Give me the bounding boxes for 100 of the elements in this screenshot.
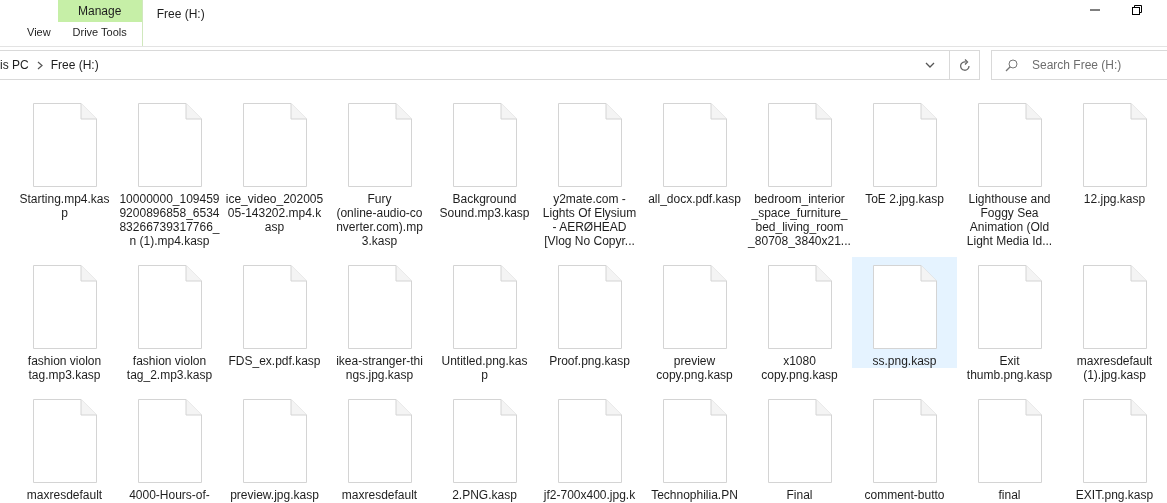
file-item[interactable]: Technophilia.PN — [642, 391, 747, 502]
document-icon — [977, 103, 1042, 187]
file-item[interactable]: Background Sound.mp3.kasp — [432, 95, 537, 220]
document-icon — [347, 103, 412, 187]
file-item[interactable]: FDS_ex.pdf.kasp — [222, 257, 327, 368]
search-icon — [1005, 59, 1018, 72]
file-name: Background Sound.mp3.kasp — [439, 192, 530, 220]
file-name: Lighthouse and Foggy Sea Animation (Old Light Media Id... — [966, 192, 1053, 248]
document-icon — [347, 265, 412, 349]
file-item[interactable]: fashion violon tag_2.mp3.kasp — [117, 257, 222, 382]
file-item[interactable]: ToE 2.jpg.kasp — [852, 95, 957, 206]
breadcrumb[interactable]: is PC — [0, 56, 29, 74]
file-name: maxresdefault — [26, 488, 103, 502]
file-name: ss.png.kasp — [872, 354, 937, 368]
file-item[interactable]: bedroom_interior _space_furniture_ bed_living_room _80708_3840x21... — [747, 95, 852, 248]
file-item[interactable]: 12.jpg.kasp — [1062, 95, 1167, 206]
file-item[interactable]: Lighthouse and Foggy Sea Animation (Old Light Media Id... — [957, 95, 1062, 248]
document-icon — [1082, 103, 1147, 187]
address-bar[interactable]: is PC Free (H:) — [0, 50, 980, 80]
document-icon — [32, 265, 97, 349]
file-item[interactable]: Fury (online-audio-co nverter.com).mp 3.kasp — [327, 95, 432, 248]
file-item[interactable]: 2.PNG.kasp — [432, 391, 537, 502]
file-item[interactable]: all_docx.pdf.kasp — [642, 95, 747, 206]
document-icon — [662, 103, 727, 187]
file-item[interactable]: EXIT.png.kasp — [1062, 391, 1167, 502]
file-item[interactable]: preview.jpg.kasp — [222, 391, 327, 502]
document-icon — [32, 399, 97, 483]
document-icon — [662, 265, 727, 349]
file-name: Proof.png.kasp — [549, 354, 630, 368]
file-item[interactable]: ice_video_202005 05-143202.mp4.k asp — [222, 95, 327, 234]
restore-icon[interactable] — [1131, 4, 1143, 16]
document-icon — [452, 103, 517, 187]
document-icon — [242, 265, 307, 349]
file-name: Starting.mp4.kas p — [19, 192, 110, 220]
refresh-icon[interactable] — [958, 58, 971, 72]
file-name: y2mate.com - Lights Of Elysium - AERØHEAD [Vlog No Copyr... — [542, 192, 637, 248]
document-icon — [872, 103, 937, 187]
file-item[interactable]: fashion violon tag.mp3.kasp — [12, 257, 117, 382]
document-icon — [557, 103, 622, 187]
file-item[interactable]: x1080 copy.png.kasp — [747, 257, 852, 382]
document-icon — [767, 399, 832, 483]
document-icon — [1082, 399, 1147, 483]
file-item[interactable]: 4000-Hours-of- — [117, 391, 222, 502]
file-name: 10000000_109459 9200896858_6534 83266739317766_ n (1).mp4.kasp — [119, 192, 220, 248]
file-item[interactable]: comment-butto — [852, 391, 957, 502]
file-name: maxresdefault — [341, 488, 418, 502]
file-item[interactable]: ikea-stranger-thi ngs.jpg.kasp — [327, 257, 432, 382]
file-item[interactable]: Untitled.png.kas p — [432, 257, 537, 382]
document-icon — [32, 103, 97, 187]
document-icon — [452, 265, 517, 349]
document-icon — [1082, 265, 1147, 349]
ribbon-tab[interactable]: View — [27, 23, 51, 40]
file-name: x1080 copy.png.kasp — [761, 354, 838, 382]
search-field[interactable]: Search Free (H:) — [991, 50, 1167, 80]
file-item[interactable]: jf2-700x400.jpg.k — [537, 391, 642, 502]
file-item[interactable]: Starting.mp4.kas p — [12, 95, 117, 220]
document-icon — [977, 399, 1042, 483]
file-name: 4000-Hours-of- — [129, 488, 210, 502]
document-icon — [137, 103, 202, 187]
file-name: jf2-700x400.jpg.k — [543, 488, 636, 502]
document-icon — [557, 399, 622, 483]
document-icon — [767, 103, 832, 187]
file-item[interactable]: preview copy.png.kasp — [642, 257, 747, 382]
document-icon — [872, 399, 937, 483]
document-icon — [767, 265, 832, 349]
file-item[interactable]: maxresdefault (1).jpg.kasp — [1062, 257, 1167, 382]
file-name: preview copy.png.kasp — [656, 354, 733, 382]
file-name: ToE 2.jpg.kasp — [865, 192, 944, 206]
file-name: Final — [786, 488, 813, 502]
file-name: bedroom_interior _space_furniture_ bed_living_room _80708_3840x21... — [748, 192, 851, 248]
file-item[interactable]: maxresdefault — [12, 391, 117, 502]
chevron-down-icon[interactable] — [925, 62, 935, 68]
document-icon — [452, 399, 517, 483]
document-icon — [347, 399, 412, 483]
file-item[interactable]: y2mate.com - Lights Of Elysium - AERØHEAD [Vlog No Copyr... — [537, 95, 642, 248]
document-icon — [557, 265, 622, 349]
breadcrumb[interactable]: Free (H:) — [50, 56, 99, 74]
file-name: fashion violon tag.mp3.kasp — [27, 354, 102, 382]
document-icon — [137, 399, 202, 483]
document-icon — [242, 103, 307, 187]
document-icon — [977, 265, 1042, 349]
file-item[interactable]: final — [957, 391, 1062, 502]
file-item[interactable]: maxresdefault — [327, 391, 432, 502]
document-icon — [662, 399, 727, 483]
file-name: all_docx.pdf.kasp — [648, 192, 741, 206]
file-item[interactable]: ss.png.kasp — [852, 257, 957, 368]
file-name: preview.jpg.kasp — [230, 488, 319, 502]
document-icon — [137, 265, 202, 349]
file-name: Exit thumb.png.kasp — [966, 354, 1053, 382]
file-item[interactable]: 10000000_109459 9200896858_6534 83266739317766_ n (1).mp4.kasp — [117, 95, 222, 248]
ribbon-tab[interactable]: Drive Tools — [57, 23, 142, 40]
file-name: comment-butto — [864, 488, 945, 502]
file-name: EXIT.png.kasp — [1075, 488, 1154, 502]
file-item[interactable]: Exit thumb.png.kasp — [957, 257, 1062, 382]
file-item[interactable]: Proof.png.kasp — [537, 257, 642, 368]
file-name: Fury (online-audio-co nverter.com).mp 3.kasp — [336, 192, 423, 248]
file-name: 12.jpg.kasp — [1083, 192, 1146, 206]
file-item[interactable]: Final — [747, 391, 852, 502]
file-name: final — [998, 488, 1021, 502]
file-name: ikea-stranger-thi ngs.jpg.kasp — [336, 354, 423, 382]
